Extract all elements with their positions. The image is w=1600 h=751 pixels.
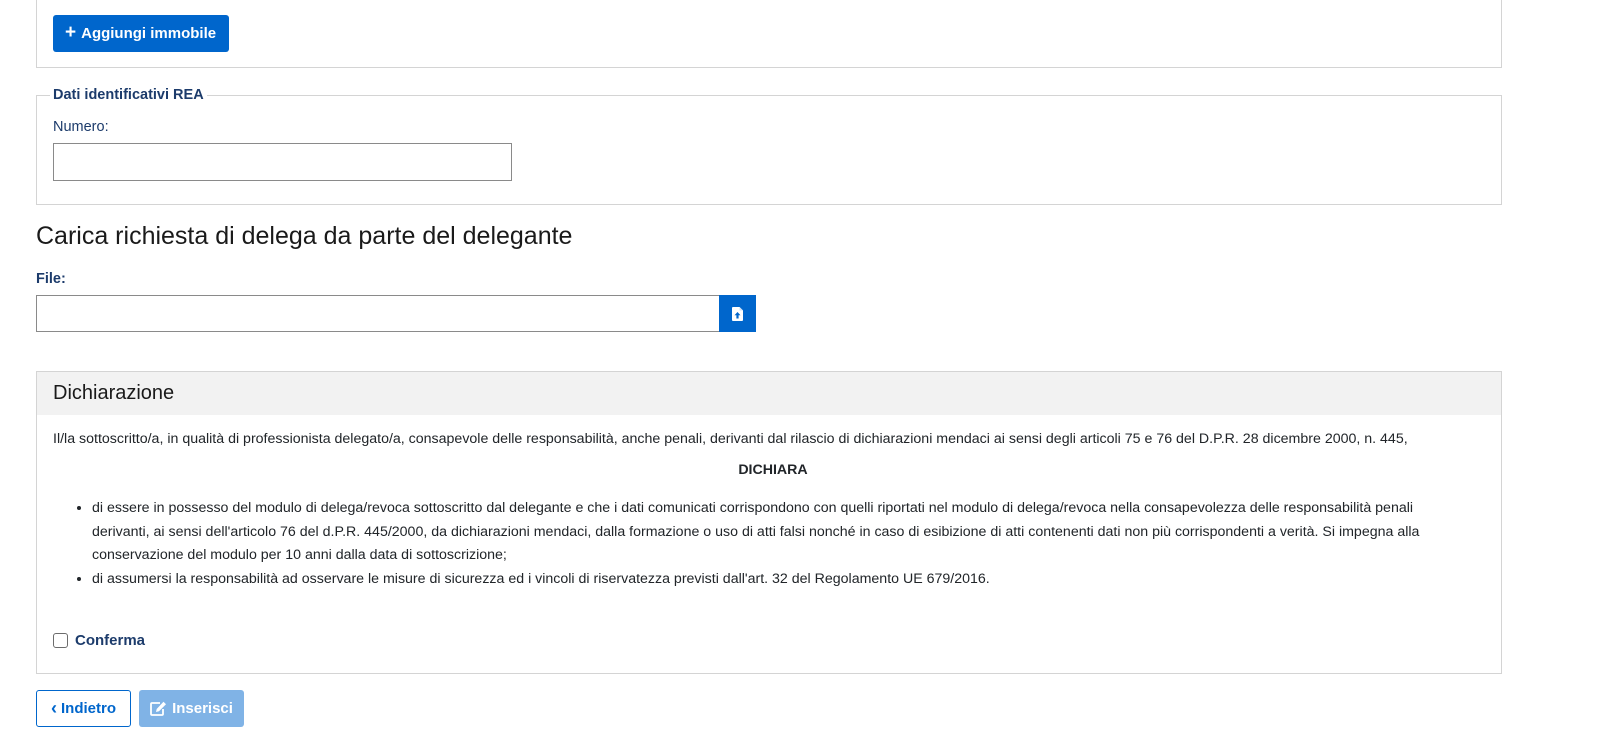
file-input[interactable]: [36, 295, 719, 332]
declaration-item: di essere in possesso del modulo di dele…: [92, 497, 1473, 568]
page: + Aggiungi immobile Dati identificativi …: [0, 0, 1600, 751]
file-upload-icon: [731, 306, 743, 321]
edit-icon: [150, 701, 167, 716]
plus-icon: +: [65, 22, 77, 43]
declaration-card-header: [37, 372, 1501, 415]
declaration-list: di essere in possesso del modulo di dele…: [53, 497, 1473, 591]
chevron-left-icon: ‹: [51, 697, 57, 718]
declaration-body: Il/la sottoscritto/a, in qualità di prof…: [53, 428, 1473, 591]
back-label: Indietro: [61, 700, 116, 717]
declaration-title: Dichiarazione: [53, 382, 175, 404]
insert-button[interactable]: Inserisci: [139, 690, 244, 727]
declaration-item: di assumersi la responsabilità ad osserv…: [92, 568, 1473, 592]
upload-title: Carica richiesta di delega da parte del …: [36, 222, 573, 250]
declaration-heading: DICHIARA: [738, 461, 808, 478]
confirm-label[interactable]: Conferma: [75, 632, 145, 649]
rea-legend: Dati identificativi REA: [50, 87, 207, 103]
add-property-label: Aggiungi immobile: [81, 25, 217, 42]
numero-label: Numero:: [53, 119, 109, 135]
numero-input[interactable]: [53, 143, 512, 181]
property-card: [36, 0, 1502, 68]
insert-label: Inserisci: [172, 700, 233, 717]
add-property-button[interactable]: + Aggiungi immobile: [53, 15, 230, 52]
back-button[interactable]: ‹ Indietro: [36, 690, 131, 727]
confirm-row: Conferma: [53, 632, 145, 649]
file-upload-button[interactable]: [719, 295, 756, 332]
declaration-intro: Il/la sottoscritto/a, in qualità di prof…: [53, 431, 1408, 447]
confirm-checkbox[interactable]: [53, 633, 68, 648]
file-label: File:: [36, 271, 66, 287]
